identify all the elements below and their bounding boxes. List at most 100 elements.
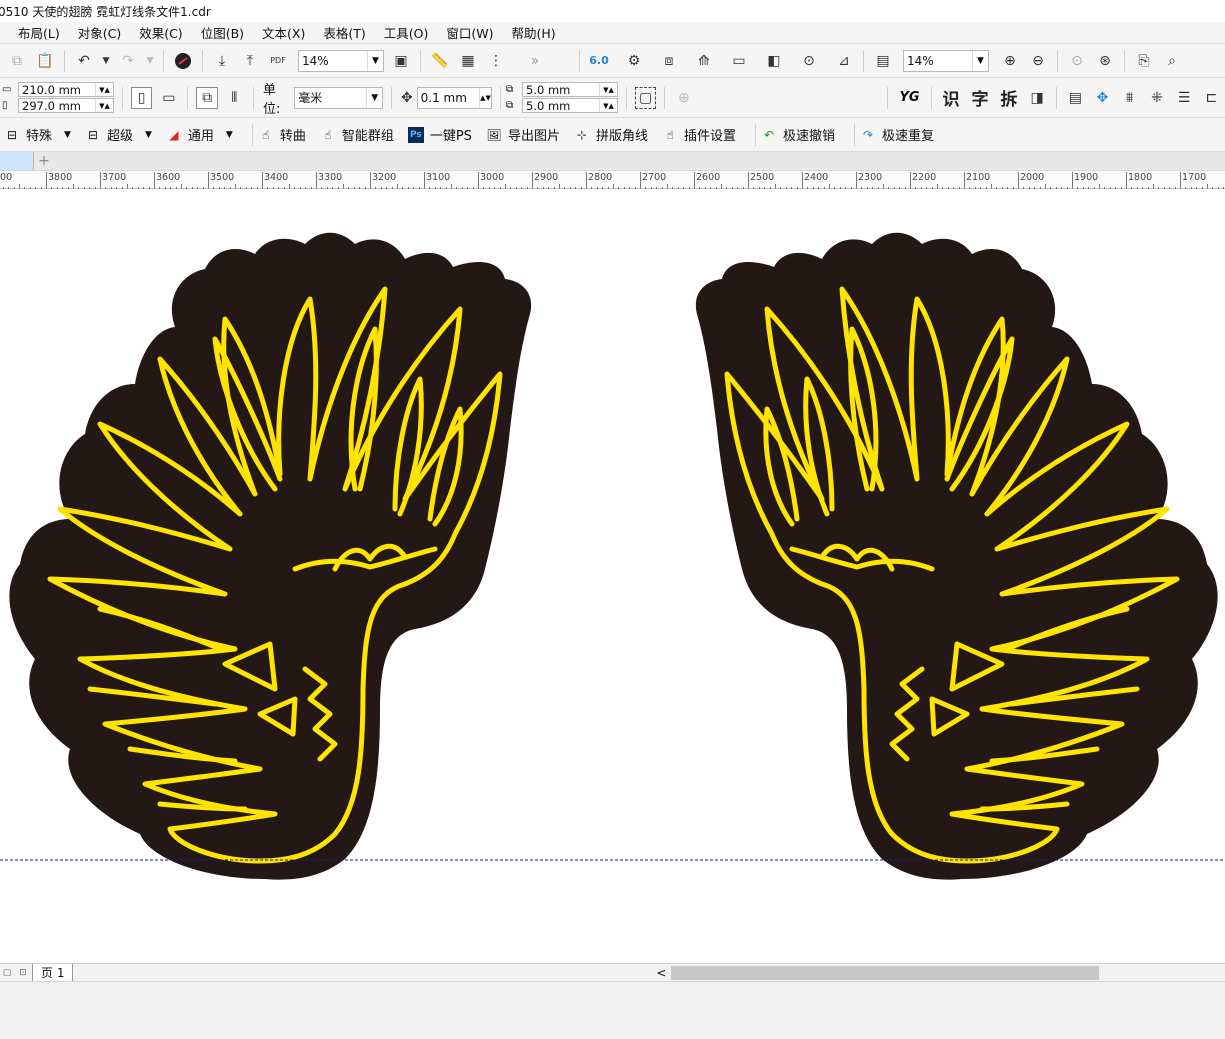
plugin-tool-12-icon[interactable]: ⩩ bbox=[1119, 87, 1140, 109]
plugin-tool-14-icon[interactable]: ☰ bbox=[1174, 87, 1195, 109]
portrait-icon[interactable]: ▯ bbox=[130, 86, 153, 109]
ruler-tick bbox=[424, 172, 425, 190]
treat-as-filled-icon[interactable]: ▢ bbox=[635, 86, 657, 109]
special-menu-button[interactable]: ⊟ 特殊 ▼ bbox=[4, 125, 71, 145]
zoom-page-icon[interactable]: ⎘ bbox=[1133, 50, 1155, 72]
zoom-level-combo[interactable]: 14% ▼ bbox=[298, 49, 384, 72]
ruler-tick-label: 2900 bbox=[534, 172, 559, 183]
nudge-input[interactable]: 0.1 mm ▲▼ bbox=[416, 86, 493, 109]
cut-plugin-icon[interactable]: 6.0 bbox=[588, 50, 610, 72]
page-height-input[interactable]: 297.0 mm ▼▲ bbox=[18, 98, 114, 113]
current-page-icon[interactable]: ⫴ bbox=[224, 87, 245, 109]
menu-table[interactable]: 表格(T) bbox=[314, 23, 374, 42]
undo-icon[interactable]: ↶ bbox=[73, 50, 95, 72]
scroll-left-button[interactable]: < bbox=[653, 966, 669, 980]
page-nav-icon-2[interactable]: ⊡ bbox=[14, 968, 32, 978]
corel-connect-icon[interactable] bbox=[172, 50, 194, 72]
plugin-tool-5-icon[interactable]: ◧ bbox=[763, 50, 785, 72]
plugin-tool-3-icon[interactable]: ⟰ bbox=[693, 50, 715, 72]
zoom-level-right-value: 14% bbox=[907, 53, 934, 68]
add-page-icon[interactable]: ⊕ bbox=[673, 87, 694, 109]
plugin-settings-label: 插件设置 bbox=[683, 129, 736, 144]
wings-artwork[interactable] bbox=[0, 189, 1225, 963]
separator bbox=[930, 86, 932, 109]
one-click-ps-button[interactable]: Ps 一键PS bbox=[407, 125, 472, 144]
plugin-tool-10-icon[interactable]: ▤ bbox=[1065, 87, 1086, 109]
plugin-tool-11-icon[interactable]: ✥ bbox=[1092, 87, 1113, 109]
ruler-tick-label: 3700 bbox=[102, 172, 127, 183]
export-icon[interactable]: ⤒ bbox=[239, 50, 261, 72]
plugin-tool-13-icon[interactable]: ⁜ bbox=[1146, 87, 1167, 109]
menu-tools[interactable]: 工具(O) bbox=[375, 23, 438, 42]
full-screen-preview-icon[interactable]: ▣ bbox=[390, 50, 412, 72]
plugin-tool-9-icon[interactable]: ◨ bbox=[1027, 87, 1048, 109]
copy-icon[interactable]: ⧉ bbox=[6, 50, 28, 72]
dup-x-input[interactable]: 5.0 mm ▼▲ bbox=[522, 82, 619, 97]
plugin-tool-4-icon[interactable]: ▭ bbox=[728, 50, 750, 72]
ruler-tick bbox=[478, 172, 479, 190]
redo-icon[interactable]: ↷ bbox=[117, 50, 139, 72]
super-menu-button[interactable]: ⊟ 超级 ▼ bbox=[85, 125, 152, 145]
import-icon[interactable]: ⤓ bbox=[211, 50, 233, 72]
menu-effects[interactable]: 效果(C) bbox=[130, 23, 191, 42]
publish-pdf-icon[interactable]: PDF bbox=[267, 50, 289, 72]
export-image-button[interactable]: 🖼 导出图片 bbox=[486, 125, 560, 145]
smart-group-button[interactable]: ☝ 智能群组 bbox=[320, 125, 394, 145]
plugin-tool-7-icon[interactable]: ⊿ bbox=[833, 50, 855, 72]
new-document-tab-button[interactable]: + bbox=[34, 153, 54, 169]
recognize-text-button[interactable]: 识 bbox=[943, 85, 960, 110]
paste-icon[interactable]: 📋 bbox=[34, 50, 56, 72]
yg-plugin-logo[interactable]: YG bbox=[899, 90, 919, 105]
plugin-tool-1-icon[interactable]: ⚙ bbox=[623, 50, 645, 72]
landscape-icon[interactable]: ▭ bbox=[158, 87, 179, 109]
plugin-tool-2-icon[interactable]: ⧈ bbox=[658, 50, 680, 72]
general-menu-button[interactable]: ◢ 通用 ▼ bbox=[166, 125, 233, 145]
spinner-arrows[interactable]: ▼▲ bbox=[95, 99, 113, 112]
zoom-all-icon[interactable]: ⊛ bbox=[1094, 50, 1116, 72]
dup-y-input[interactable]: 5.0 mm ▼▲ bbox=[522, 98, 619, 113]
zoom-width-icon[interactable]: ⌕ bbox=[1161, 50, 1183, 72]
menu-layout[interactable]: 布局(L) bbox=[0, 23, 69, 42]
document-tab[interactable] bbox=[0, 152, 34, 170]
page-nav-icon[interactable]: ▢ bbox=[0, 968, 14, 978]
more-tools-icon[interactable]: » bbox=[524, 50, 546, 72]
plugin-tool-8-icon[interactable]: ▤ bbox=[872, 50, 894, 72]
ruler-tick-label: 2000 bbox=[1020, 172, 1045, 183]
text-tool-button[interactable]: 字 bbox=[972, 85, 989, 110]
plugin-settings-button[interactable]: ☝ 插件设置 bbox=[662, 125, 736, 145]
zoom-selected-icon[interactable]: ⊙ bbox=[1066, 50, 1088, 72]
ruler-tick bbox=[100, 172, 101, 190]
menu-window[interactable]: 窗口(W) bbox=[437, 23, 502, 42]
menu-object[interactable]: 对象(C) bbox=[69, 23, 130, 42]
spinner-arrows[interactable]: ▼▲ bbox=[599, 83, 617, 96]
plugin-tool-6-icon[interactable]: ⊙ bbox=[798, 50, 820, 72]
split-button[interactable]: 拆 bbox=[1001, 85, 1018, 110]
show-grid-icon[interactable]: ▦ bbox=[457, 50, 479, 72]
horizontal-scrollbar-thumb[interactable] bbox=[671, 965, 1100, 980]
show-guidelines-icon[interactable]: ⋮ bbox=[485, 50, 507, 72]
drawing-canvas[interactable] bbox=[0, 189, 1225, 963]
page-tab-1[interactable]: 页 1 bbox=[32, 963, 74, 982]
convert-to-curves-button[interactable]: ☝ 转曲 bbox=[258, 125, 306, 145]
plugin-tool-15-icon[interactable]: ⊏ bbox=[1201, 87, 1222, 109]
show-rulers-icon[interactable]: 📏 bbox=[429, 50, 451, 72]
spinner-arrows[interactable]: ▼▲ bbox=[95, 83, 113, 96]
spinner-arrows[interactable]: ▼▲ bbox=[599, 99, 617, 112]
fast-redo-button[interactable]: ↷ 极速重复 bbox=[860, 125, 934, 145]
menu-bitmap[interactable]: 位图(B) bbox=[192, 23, 253, 42]
fast-undo-button[interactable]: ↶ 极速撤销 bbox=[761, 125, 835, 145]
ruler-tick-label: 3800 bbox=[48, 172, 73, 183]
spinner-arrows[interactable]: ▲▼ bbox=[479, 87, 491, 108]
zoom-in-icon[interactable]: ⊕ bbox=[999, 50, 1021, 72]
undo-dropdown-icon[interactable]: ▼ bbox=[101, 50, 111, 72]
zoom-out-icon[interactable]: ⊖ bbox=[1027, 50, 1049, 72]
redo-dropdown-icon[interactable]: ▼ bbox=[145, 50, 155, 72]
menu-text[interactable]: 文本(X) bbox=[253, 23, 314, 42]
imposition-marks-button[interactable]: ⊹ 拼版角线 bbox=[574, 125, 648, 145]
all-pages-icon[interactable]: ⧉ bbox=[196, 86, 218, 109]
page-width-input[interactable]: 210.0 mm ▼▲ bbox=[18, 82, 114, 97]
ruler-tick-label: 3600 bbox=[156, 172, 181, 183]
zoom-level-combo-right[interactable]: 14% ▼ bbox=[903, 49, 989, 72]
menu-help[interactable]: 帮助(H) bbox=[502, 23, 564, 42]
unit-select[interactable]: 毫米 ▼ bbox=[294, 86, 384, 109]
